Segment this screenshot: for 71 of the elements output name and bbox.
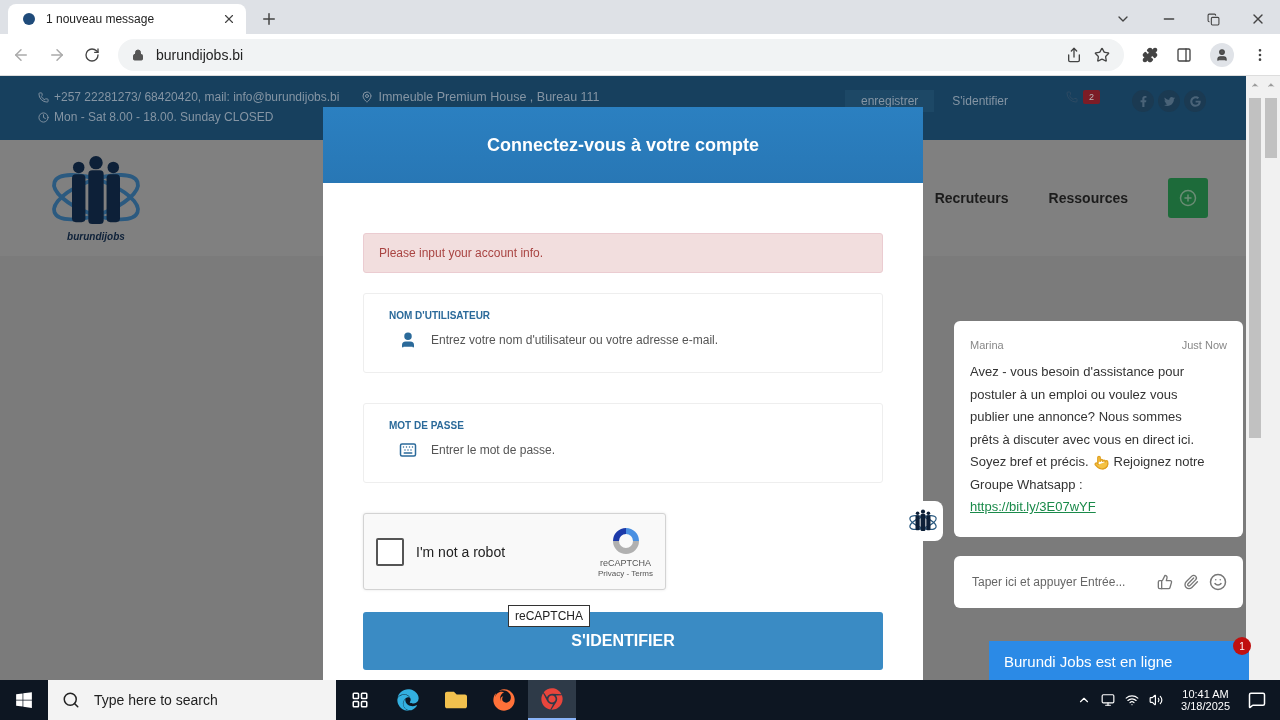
sender-name: Marina [970, 339, 1004, 351]
clock-icon [38, 111, 49, 123]
logo-drawing [908, 509, 938, 533]
taskbar-search[interactable]: Type here to search [48, 680, 336, 720]
search-icon [62, 691, 80, 709]
browser-tab[interactable]: 1 nouveau message [8, 4, 246, 34]
address-bar[interactable]: burundijobs.bi [118, 38, 1124, 71]
plus-icon [1179, 189, 1197, 207]
paperclip-icon[interactable] [1183, 574, 1199, 590]
extensions-icon[interactable] [1142, 46, 1158, 63]
keyboard-icon [399, 441, 417, 459]
form-field[interactable]: MOT DE PASSE Entrer le mot de passe. [363, 403, 883, 483]
windows-icon [15, 691, 33, 709]
clock[interactable]: 10:41 AM 3/18/2025 [1173, 688, 1238, 712]
volume-icon[interactable] [1149, 693, 1164, 707]
captcha-label: I'm not a robot [416, 543, 507, 560]
pointing-hand-icon [1093, 454, 1109, 470]
user-icon [399, 331, 417, 349]
phone-icon [38, 91, 49, 103]
privacy-link[interactable]: Privacy [598, 569, 625, 578]
message-text: Soyez bref et précis. [970, 453, 1089, 471]
url-text: burundijobs.bi [156, 46, 245, 63]
field-label: NOM D'UTILISATEUR [389, 310, 492, 321]
nav-link[interactable]: Ressources [1048, 190, 1128, 206]
share-icon[interactable] [1066, 46, 1082, 63]
separator-text: - [625, 569, 631, 578]
message-text: publier une annonce? Nous sommes [970, 408, 1182, 426]
message-text: prêts à discuter avec vous en direct ici. [970, 430, 1194, 449]
error-alert: Please input your account info. [363, 233, 883, 273]
restore-icon[interactable] [1207, 12, 1220, 26]
contact-text: +257 22281273/ 68420420, mail: info@burundijobs.bi [54, 90, 340, 104]
network-icon[interactable] [1125, 693, 1140, 707]
map-pin-icon [361, 91, 374, 103]
nav-link[interactable]: Recruteurs [934, 190, 1009, 206]
lock-icon [132, 48, 144, 61]
site-favicon [22, 12, 36, 26]
message-text: Groupe Whatsapp : [970, 475, 1083, 494]
side-panel-icon[interactable] [1176, 46, 1192, 63]
notification-badge: 2 [1083, 90, 1100, 104]
form-field[interactable]: NOM D'UTILISATEUR Entrez votre nom d'utilisateur ou votre adresse e-mail. [363, 293, 883, 373]
star-icon[interactable] [1094, 46, 1110, 63]
notifications-icon[interactable] [1248, 691, 1266, 709]
captcha-checkbox[interactable] [376, 537, 404, 566]
whatsapp-link[interactable]: https://bit.ly/3E07wYF [970, 496, 1096, 519]
scrollbar-thumb[interactable] [1265, 98, 1277, 158]
close-icon[interactable] [222, 12, 236, 26]
date-text: 3/18/2025 [1181, 700, 1230, 712]
logo-text: burundijobs [67, 230, 125, 242]
time-text: 10:41 AM [1182, 688, 1229, 700]
terms-link[interactable]: Terms [631, 569, 653, 578]
scrollbar-thumb[interactable] [1249, 98, 1261, 438]
hours-text: Mon - Sat 8.00 - 18.00. Sunday CLOSED [54, 110, 274, 124]
recaptcha-text: reCAPTCHA [600, 558, 651, 568]
tab-title: 1 nouveau message [46, 12, 156, 26]
tooltip: reCAPTCHA [508, 605, 590, 627]
device-icon[interactable] [1101, 693, 1116, 707]
smile-icon[interactable] [1209, 573, 1227, 591]
modal-title: Connectez-vous à votre compte [323, 107, 923, 183]
thumbs-up-icon[interactable] [1157, 574, 1173, 590]
search-input[interactable]: Type here to search [92, 691, 322, 709]
message-time: Just Now [1181, 339, 1227, 351]
field-label: MOT DE PASSE [389, 420, 465, 431]
message-text: Rejoignez notre [1113, 453, 1205, 471]
message-text: postuler à un emploi ou voulez vous [970, 385, 1178, 404]
message-text: Avez - vous besoin d'assistance pour [970, 363, 1184, 381]
chrome-icon[interactable] [528, 680, 576, 720]
profile-icon[interactable] [1210, 42, 1234, 67]
address-text: Immeuble Premium House , Bureau 111 [378, 90, 600, 104]
login-link[interactable]: S'identifier [948, 90, 1012, 112]
reload-icon[interactable] [84, 46, 100, 63]
unread-badge: 1 [1233, 637, 1251, 655]
